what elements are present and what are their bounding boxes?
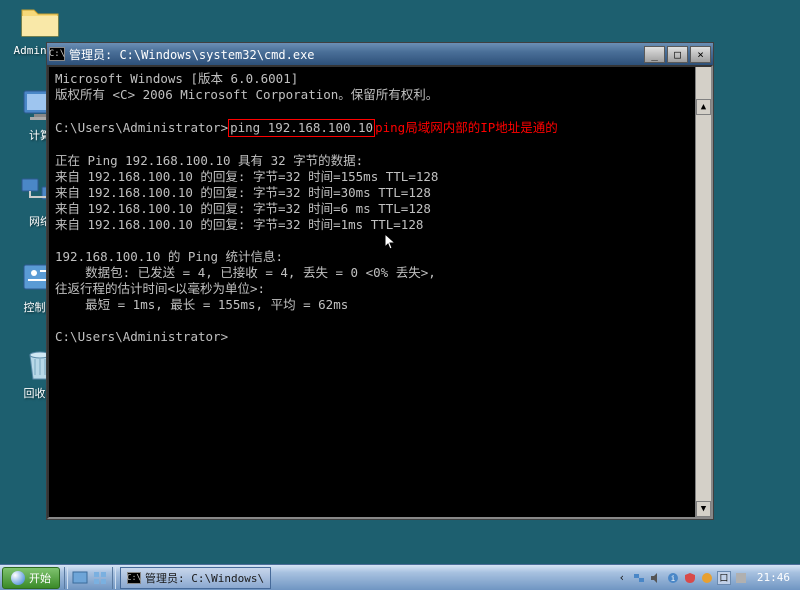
vertical-scrollbar[interactable]: ▲ ▼ bbox=[695, 67, 711, 517]
tray-info-icon[interactable]: i bbox=[666, 571, 680, 585]
taskbar-clock[interactable]: 21:46 bbox=[751, 571, 796, 584]
prompt-idle: C:\Users\Administrator> bbox=[55, 329, 228, 344]
ping-reply: 来自 192.168.100.10 的回复: 字节=32 时间=6 ms TTL… bbox=[55, 201, 431, 216]
start-button[interactable]: 开始 bbox=[2, 567, 60, 589]
version-line: Microsoft Windows [版本 6.0.6001] bbox=[55, 71, 298, 86]
window-titlebar[interactable]: C:\ 管理员: C:\Windows\system32\cmd.exe _ □… bbox=[47, 43, 713, 65]
close-button[interactable]: × bbox=[690, 46, 711, 63]
cmd-task-icon: C:\ bbox=[127, 572, 141, 584]
task-label: 管理员: C:\Windows\ bbox=[145, 570, 264, 586]
taskbar-separator bbox=[112, 567, 116, 589]
taskbar: 开始 C:\ 管理员: C:\Windows\ ‹ i 口 21:46 bbox=[0, 564, 800, 590]
tray-volume-icon[interactable] bbox=[649, 571, 663, 585]
minimize-button[interactable]: _ bbox=[644, 46, 665, 63]
tray-expand-icon[interactable]: ‹ bbox=[615, 571, 629, 585]
tray-shield-icon[interactable] bbox=[683, 571, 697, 585]
ping-reply: 来自 192.168.100.10 的回复: 字节=32 时间=30ms TTL… bbox=[55, 185, 431, 200]
ping-header: 正在 Ping 192.168.100.10 具有 32 字节的数据: bbox=[55, 153, 363, 168]
tray-generic-icon[interactable] bbox=[734, 571, 748, 585]
annotation-text: ping局域网内部的IP地址是通的 bbox=[375, 120, 558, 135]
desktop: Administ 计算 网络 控制面 回收站 bbox=[0, 0, 800, 590]
start-label: 开始 bbox=[29, 570, 51, 586]
cmd-title-icon: C:\ bbox=[49, 47, 65, 61]
taskbar-separator bbox=[64, 567, 68, 589]
stats-rtt: 最短 = 1ms, 最长 = 155ms, 平均 = 62ms bbox=[55, 297, 348, 312]
ping-reply: 来自 192.168.100.10 的回复: 字节=32 时间=1ms TTL=… bbox=[55, 217, 423, 232]
ping-reply: 来自 192.168.100.10 的回复: 字节=32 时间=155ms TT… bbox=[55, 169, 438, 184]
mouse-cursor-icon bbox=[384, 233, 398, 251]
windows-orb-icon bbox=[11, 571, 25, 585]
tray-update-icon[interactable] bbox=[700, 571, 714, 585]
system-tray: ‹ i 口 21:46 bbox=[611, 571, 800, 585]
copyright-line: 版权所有 <C> 2006 Microsoft Corporation。保留所有… bbox=[55, 87, 438, 102]
terminal-output[interactable]: Microsoft Windows [版本 6.0.6001] 版权所有 <C>… bbox=[47, 65, 713, 519]
scroll-down-button[interactable]: ▼ bbox=[696, 501, 711, 517]
window-title: 管理员: C:\Windows\system32\cmd.exe bbox=[69, 46, 642, 63]
maximize-button[interactable]: □ bbox=[667, 46, 688, 63]
quicklaunch-icon[interactable] bbox=[91, 569, 109, 587]
folder-icon bbox=[20, 2, 60, 42]
prompt-path: C:\Users\Administrator> bbox=[55, 120, 228, 135]
stats-rtt-header: 往返行程的估计时间<以毫秒为单位>: bbox=[55, 281, 265, 296]
tray-lang-icon[interactable]: 口 bbox=[717, 571, 731, 585]
taskbar-item-cmd[interactable]: C:\ 管理员: C:\Windows\ bbox=[120, 567, 271, 589]
ping-command-highlight: ping 192.168.100.10 bbox=[228, 119, 375, 137]
stats-header: 192.168.100.10 的 Ping 统计信息: bbox=[55, 249, 283, 264]
stats-packets: 数据包: 已发送 = 4, 已接收 = 4, 丢失 = 0 <0% 丢失>, bbox=[55, 265, 436, 280]
show-desktop-icon[interactable] bbox=[71, 569, 89, 587]
tray-network-icon[interactable] bbox=[632, 571, 646, 585]
cmd-window: C:\ 管理员: C:\Windows\system32\cmd.exe _ □… bbox=[46, 42, 714, 520]
scroll-track[interactable] bbox=[696, 83, 711, 501]
svg-text:i: i bbox=[670, 574, 675, 583]
